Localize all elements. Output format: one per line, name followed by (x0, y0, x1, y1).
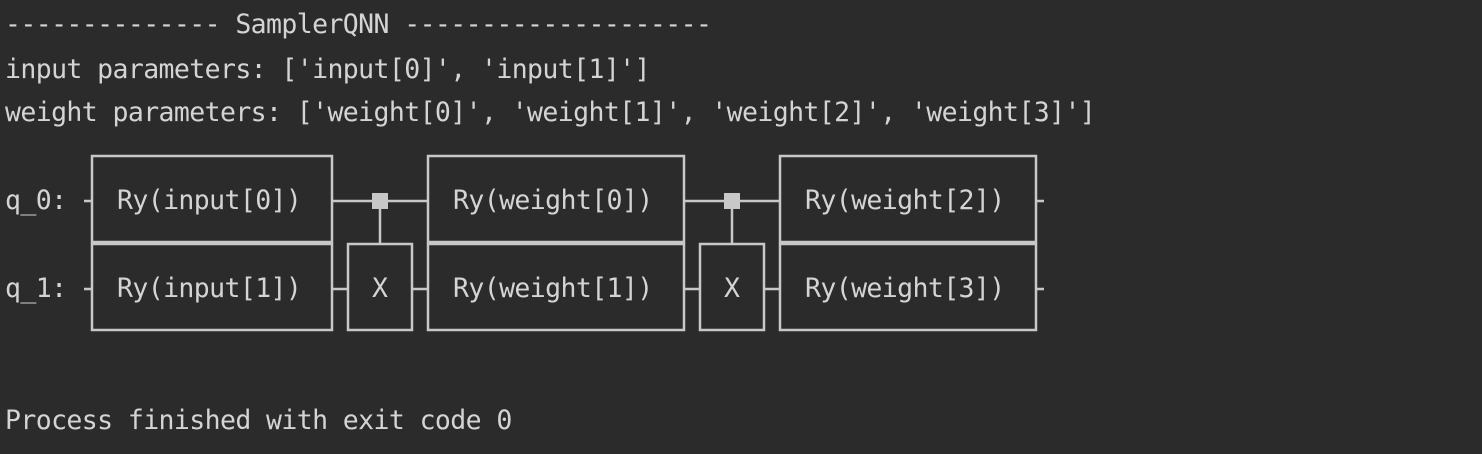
exit-code-line: Process finished with exit code 0 (5, 405, 512, 436)
circuit-diagram: q_0: q_1: Ry(input[0]) Ry(weight[0]) Ry(… (0, 140, 1100, 350)
input-parameters-line: input parameters: ['input[0]', 'input[1]… (5, 54, 650, 85)
gate-label-x-2: X (724, 273, 740, 304)
gate-label-ry-input-1: Ry(input[1]) (117, 273, 302, 304)
qubit-label-q0: q_0: (5, 185, 67, 216)
gate-label-ry-input-0: Ry(input[0]) (117, 185, 302, 216)
console-output: -------------- SamplerQNN --------------… (0, 0, 1482, 454)
gate-label-ry-weight-2: Ry(weight[2]) (805, 185, 1005, 216)
gate-label-x-1: X (372, 273, 388, 304)
qubit-label-q1: q_1: (5, 273, 67, 304)
header-line: -------------- SamplerQNN --------------… (5, 9, 712, 40)
weight-parameters-line: weight parameters: ['weight[0]', 'weight… (5, 97, 1096, 128)
circuit-lines (84, 154, 1044, 332)
control-dot-2 (724, 193, 740, 209)
gate-label-ry-weight-0: Ry(weight[0]) (453, 185, 653, 216)
gate-label-ry-weight-1: Ry(weight[1]) (453, 273, 653, 304)
gate-label-ry-weight-3: Ry(weight[3]) (805, 273, 1005, 304)
control-dot-1 (372, 193, 388, 209)
